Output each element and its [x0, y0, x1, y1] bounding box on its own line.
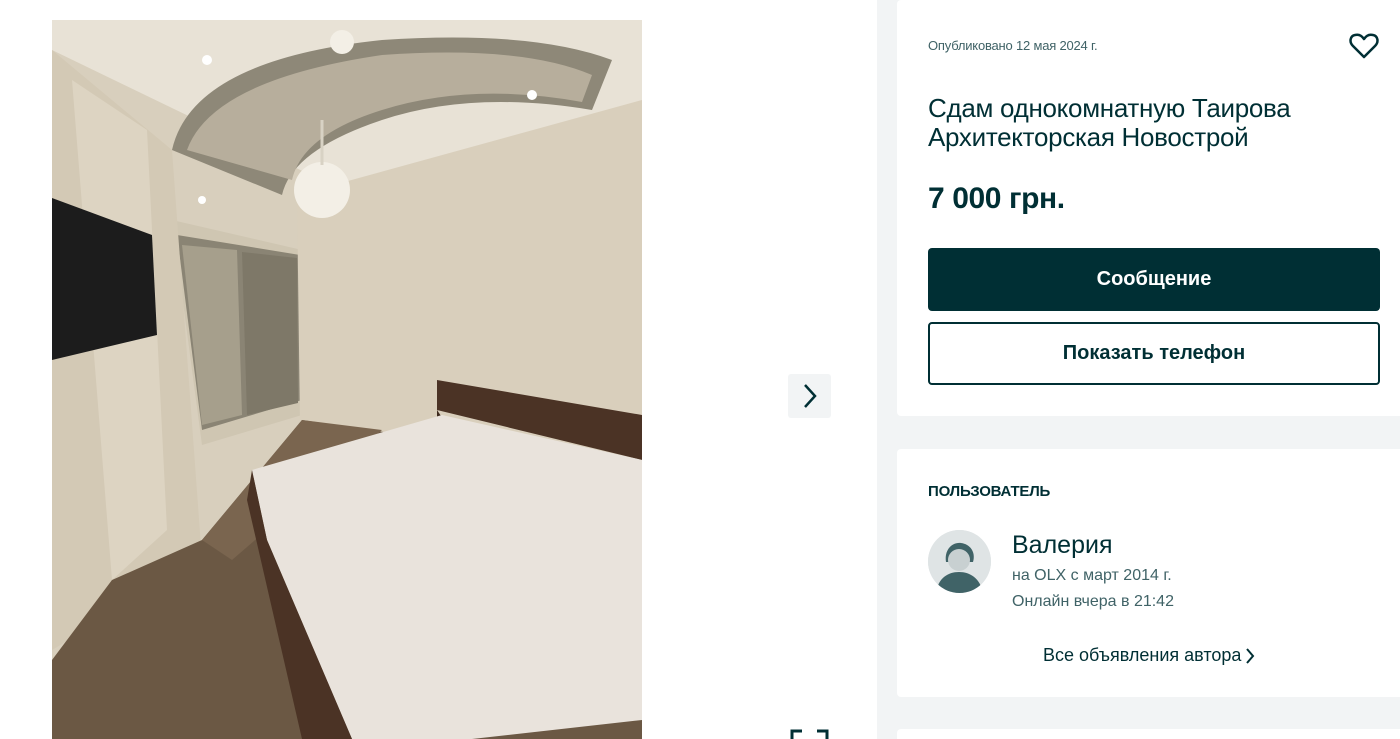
heart-icon [1349, 33, 1379, 59]
user-card: Пользователь Валерия на OLX с март 2014 … [897, 449, 1400, 697]
chevron-right-icon [803, 384, 817, 408]
chevron-right-icon [1246, 647, 1255, 664]
next-card [897, 729, 1400, 739]
message-button[interactable]: Сообщение [928, 248, 1380, 311]
show-phone-button[interactable]: Показать телефон [928, 322, 1380, 385]
all-ads-link[interactable]: Все объявления автора [1043, 645, 1255, 666]
next-photo-button[interactable] [788, 374, 831, 418]
avatar[interactable] [928, 530, 991, 593]
user-section-heading: Пользователь [928, 483, 1051, 500]
all-ads-label: Все объявления автора [1043, 645, 1242, 665]
photo-gallery [0, 0, 877, 739]
user-since: на OLX с март 2014 г. [1012, 567, 1172, 584]
listing-card: Опубликовано 12 мая 2024 г. Сдам одноком… [897, 0, 1400, 416]
expand-icon[interactable] [788, 728, 831, 739]
user-online-status: Онлайн вчера в 21:42 [1012, 593, 1174, 610]
user-name[interactable]: Валерия [1012, 531, 1112, 560]
listing-price: 7 000 грн. [928, 182, 1065, 215]
posted-date: Опубликовано 12 мая 2024 г. [928, 38, 1098, 53]
favorite-button[interactable] [1349, 32, 1379, 60]
listing-photo[interactable] [52, 20, 642, 739]
listing-title: Сдам однокомнатную Таирова Архитекторска… [928, 93, 1291, 152]
